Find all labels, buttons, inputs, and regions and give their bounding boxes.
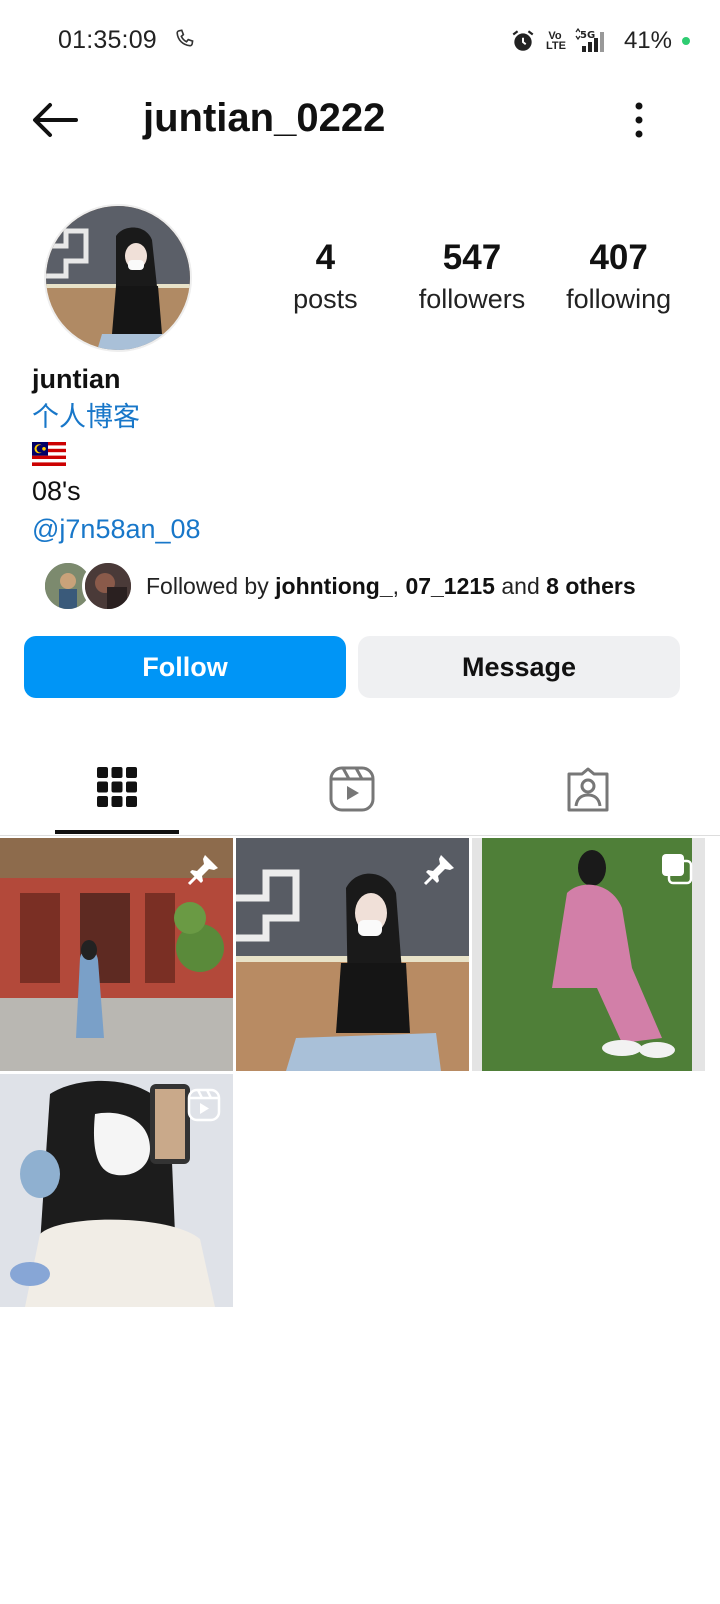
followed-by-prefix: Followed by (146, 572, 276, 599)
tab-reels[interactable] (290, 760, 414, 836)
follow-button[interactable]: Follow (24, 636, 346, 698)
profile-header: juntian_0222 (0, 82, 720, 162)
category-label[interactable]: 个人博客 (32, 398, 692, 436)
mutual-avatar (82, 560, 134, 612)
avatar-image (46, 206, 190, 350)
mutual-followers[interactable]: Followed by johntiong_, 07_1215 and 8 ot… (42, 560, 636, 612)
profile-stats: 4 posts 547 followers 407 following (252, 238, 692, 320)
volte-indicator: Vo LTE (545, 31, 566, 52)
battery-dot-icon (682, 37, 690, 45)
posts-count: 4 (315, 238, 336, 277)
more-options-icon[interactable] (624, 98, 654, 142)
content-tabs (0, 760, 720, 836)
active-tab-indicator (55, 830, 179, 834)
mutual-user-1: johntiong_ (275, 572, 393, 599)
followed-by-conjunction: and (494, 572, 547, 599)
followed-by-separator: , (392, 572, 406, 599)
reel-icon (187, 1088, 221, 1122)
followers-label: followers (418, 284, 526, 314)
mutual-avatars (42, 560, 134, 612)
following-label: following (566, 284, 672, 314)
mutual-others: 8 others (546, 572, 636, 599)
post-thumbnail[interactable] (236, 838, 469, 1071)
followed-by-text: Followed by johntiong_, 07_1215 and 8 ot… (146, 573, 636, 600)
stat-followers[interactable]: 547 followers (399, 238, 546, 320)
battery-percent: 41% (623, 27, 672, 54)
tab-tagged[interactable] (526, 760, 650, 836)
grid-icon (97, 767, 137, 807)
mutual-user-2: 07_1215 (405, 572, 495, 599)
status-bar: 01:35:09 Vo LTE 5G 41% (0, 0, 720, 82)
post-thumbnail[interactable] (0, 838, 233, 1071)
bio-mention-link[interactable]: @j7n58an_08 (32, 510, 692, 548)
stat-following[interactable]: 407 following (545, 238, 692, 320)
post-thumbnail[interactable] (472, 838, 705, 1071)
posts-label: posts (293, 284, 358, 314)
signal-5g-icon: 5G (575, 28, 604, 52)
pin-icon (423, 855, 454, 886)
tagged-person-icon (567, 767, 609, 812)
carousel-icon (662, 854, 693, 885)
post-thumbnail[interactable] (0, 1074, 233, 1307)
following-count: 407 (589, 238, 648, 277)
profile-bio: juntian 个人博客 08's @j7n58an_08 (32, 360, 692, 548)
bio-text: 08's (32, 476, 81, 506)
message-button[interactable]: Message (358, 636, 680, 698)
followers-count: 547 (442, 238, 502, 277)
back-arrow-icon[interactable] (30, 100, 80, 140)
display-name: juntian (32, 364, 121, 394)
tab-posts-grid[interactable] (55, 760, 179, 836)
phone-call-icon (176, 29, 194, 47)
malaysia-flag-icon (32, 442, 66, 466)
alarm-icon (512, 30, 534, 51)
pin-icon (187, 855, 218, 886)
stat-posts[interactable]: 4 posts (252, 238, 399, 320)
status-icons: Vo LTE 5G 41% (510, 24, 690, 58)
reels-icon (329, 766, 375, 812)
status-time: 01:35:09 (58, 26, 157, 54)
profile-avatar[interactable] (44, 204, 192, 352)
svg-text:5G: 5G (580, 30, 595, 41)
page-title: juntian_0222 (143, 96, 386, 140)
volte-bottom-text: LTE (545, 40, 566, 52)
